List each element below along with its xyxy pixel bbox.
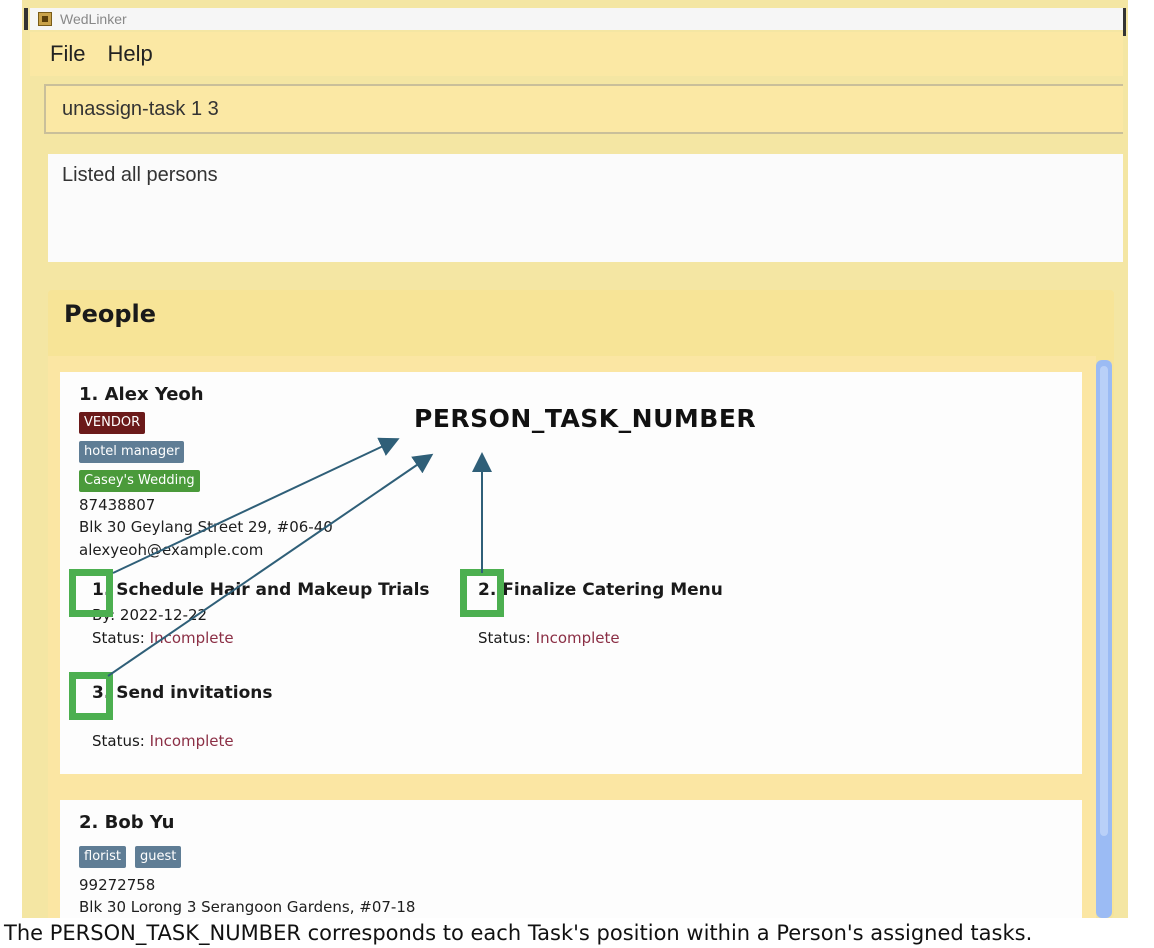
app-logo-icon bbox=[38, 12, 52, 26]
title-bar: WedLinker bbox=[30, 8, 1123, 30]
tag-hotel-manager: hotel manager bbox=[79, 441, 185, 463]
window-border-right bbox=[1123, 8, 1126, 36]
tag-vendor: VENDOR bbox=[79, 412, 146, 434]
person-email: alexyeoh@example.com bbox=[79, 541, 264, 559]
person-name: 1. Alex Yeoh bbox=[79, 384, 204, 405]
task-1-status: Status: Incomplete bbox=[92, 629, 234, 647]
person-address: Blk 30 Geylang Street 29, #06-40 bbox=[79, 518, 333, 536]
people-panel: People 1. Alex Yeoh VENDOR hotel manager… bbox=[48, 290, 1114, 940]
task-2-title: 2. Finalize Catering Menu bbox=[478, 580, 723, 600]
tag-florist: florist bbox=[79, 846, 126, 868]
status-value: Incomplete bbox=[535, 629, 620, 647]
highlight-box-task-2 bbox=[460, 569, 504, 617]
tag-guest: guest bbox=[135, 846, 182, 868]
person-phone: 99272758 bbox=[79, 876, 156, 894]
scrollbar-thumb[interactable] bbox=[1100, 366, 1108, 836]
menu-bar: File Help bbox=[30, 32, 1123, 76]
result-display: Listed all persons bbox=[48, 154, 1123, 262]
person-name: 2. Bob Yu bbox=[79, 812, 175, 833]
annotation-label: PERSON_TASK_NUMBER bbox=[414, 404, 757, 433]
task-3-title: 3. Send invitations bbox=[92, 683, 272, 703]
status-label: Status: bbox=[478, 629, 531, 647]
highlight-box-task-3 bbox=[69, 672, 113, 720]
menu-file[interactable]: File bbox=[50, 41, 85, 67]
task-1-title: 1. Schedule Hair and Makeup Trials bbox=[92, 580, 430, 600]
task-name: Schedule Hair and Makeup Trials bbox=[116, 580, 430, 600]
figure-caption: The PERSON_TASK_NUMBER corresponds to ea… bbox=[0, 918, 1154, 948]
person-address: Blk 30 Lorong 3 Serangoon Gardens, #07-1… bbox=[79, 898, 416, 916]
task-name: Finalize Catering Menu bbox=[502, 580, 723, 600]
window-border-left bbox=[24, 8, 28, 30]
task-3-status: Status: Incomplete bbox=[92, 732, 234, 750]
task-name: Send invitations bbox=[116, 683, 273, 703]
window-title: WedLinker bbox=[60, 11, 127, 27]
tag-wedding: Casey's Wedding bbox=[79, 470, 200, 492]
person-phone: 87438807 bbox=[79, 496, 156, 514]
person-list[interactable]: 1. Alex Yeoh VENDOR hotel manager Casey'… bbox=[48, 356, 1096, 940]
status-label: Status: bbox=[92, 629, 145, 647]
status-label: Status: bbox=[92, 732, 145, 750]
status-value: Incomplete bbox=[149, 732, 234, 750]
highlight-box-task-1 bbox=[69, 569, 113, 617]
status-value: Incomplete bbox=[149, 629, 234, 647]
command-input[interactable]: unassign-task 1 3 bbox=[44, 84, 1123, 134]
task-2-status: Status: Incomplete bbox=[478, 629, 620, 647]
panel-title: People bbox=[64, 300, 157, 328]
menu-help[interactable]: Help bbox=[107, 41, 152, 67]
